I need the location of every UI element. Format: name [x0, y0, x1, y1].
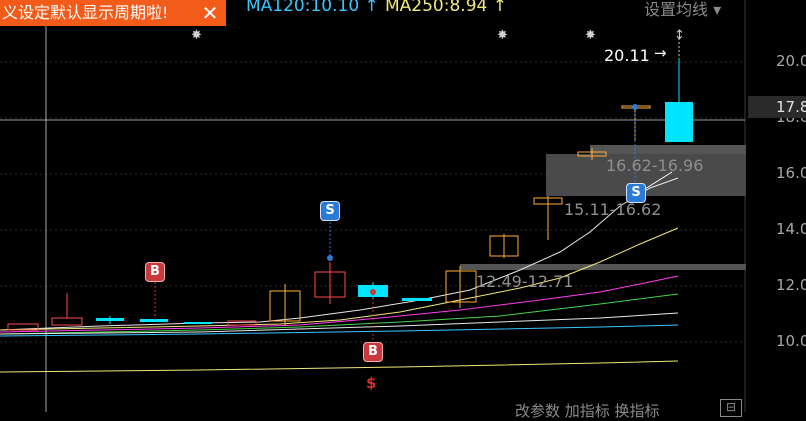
marker-dot	[370, 289, 376, 295]
candle	[402, 298, 432, 301]
zone-label: 15.11-16.62	[564, 200, 662, 219]
small-signal-icon[interactable]: $	[366, 374, 376, 392]
expand-icon[interactable]: ↕	[674, 28, 685, 43]
event-star-icon[interactable]: ✸	[191, 28, 202, 43]
candle	[140, 319, 168, 322]
candle	[665, 102, 693, 142]
collapse-button[interactable]: ⊟	[720, 399, 742, 417]
kline-chart[interactable]	[0, 0, 806, 412]
y-axis-label: 16.0	[776, 164, 806, 182]
buy-marker[interactable]: B	[145, 262, 165, 282]
ma-line-magenta	[0, 275, 679, 333]
sell-marker[interactable]: S	[320, 201, 340, 221]
indicator-toolbar[interactable]: 改参数 加指标 换指标	[515, 400, 660, 421]
candle	[184, 322, 212, 324]
zone-12-49-12-71	[460, 264, 746, 270]
event-star-icon[interactable]: ✸	[585, 28, 596, 43]
candle	[96, 318, 124, 321]
toast-notification: 义设定默认显示周期啦! ✕	[0, 0, 226, 26]
peak-price-label: 20.11	[604, 46, 650, 65]
arrow-right-icon: →	[654, 44, 667, 62]
buy-marker[interactable]: B	[363, 342, 383, 362]
ma120-legend: MA120:10.10 ↑	[246, 0, 379, 16]
zone-label: 12.49-12.71	[476, 272, 574, 291]
toast-text: 义设定默认显示周期啦!	[2, 3, 169, 22]
sell-marker[interactable]: S	[626, 183, 646, 203]
event-star-icon[interactable]: ✸	[497, 28, 508, 43]
ma-line-blue	[0, 324, 679, 337]
close-icon[interactable]: ✕	[200, 0, 220, 26]
ma-line-light	[0, 312, 679, 335]
y-axis-label: 20.0	[776, 52, 806, 70]
ma250-legend: MA250:8.94 ↑	[385, 0, 507, 16]
zone-label: 16.62-16.96	[606, 156, 704, 175]
ma250-line	[0, 360, 679, 373]
y-axis-label: 14.0	[776, 220, 806, 238]
candle	[51, 317, 83, 326]
current-price-tag: 17.8	[748, 96, 806, 118]
marker-dot	[327, 255, 333, 261]
ma-line-yellow	[0, 227, 679, 331]
ma-settings-button[interactable]: 设置均线 ▾	[644, 0, 721, 20]
zone-16-62-16-96	[590, 145, 746, 154]
marker-dot	[632, 104, 638, 110]
y-axis-label: 12.0	[776, 276, 806, 294]
y-axis-label: 10.0	[776, 332, 806, 350]
